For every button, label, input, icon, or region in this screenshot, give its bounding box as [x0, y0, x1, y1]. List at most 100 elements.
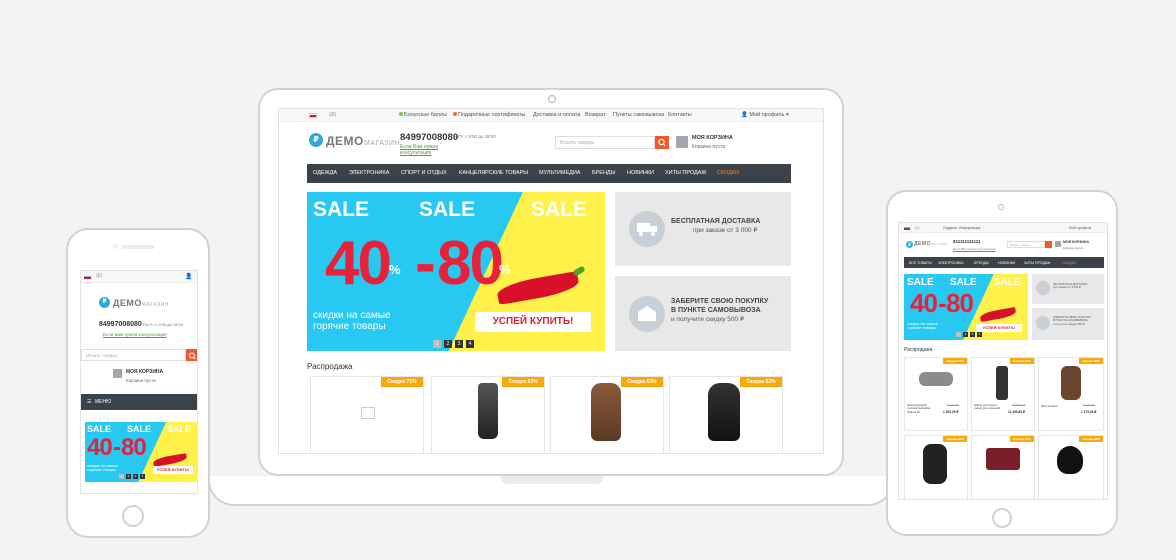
laptop-frame: (₽) Бонусные баллы Подарочные сертификат…	[258, 88, 844, 476]
banner-dash: -	[415, 229, 436, 298]
nav-item-electronics[interactable]: ЭЛЕКТРОНИКА	[938, 261, 964, 265]
product-card[interactable]: Скидка 57% Электрический степлер Swingli…	[904, 357, 968, 431]
product-card[interactable]: Скидка 63% 2011 Трекинг 3 645,00 ₽ 1 275…	[1038, 357, 1104, 431]
search-input[interactable]: Искать товары	[81, 349, 186, 361]
nav-item-new[interactable]: НОВИНКИ	[998, 261, 1015, 265]
top-bar: (₽) Бонусные баллы Подарочные сертификат…	[279, 109, 823, 122]
product-card[interactable]: Скидка 63%	[431, 376, 545, 453]
currency-selector[interactable]: (₽)	[96, 273, 103, 279]
promo-text: и получите скидку 500 ₽	[671, 315, 745, 323]
pager-dot[interactable]: 1	[433, 340, 441, 348]
link-bonus[interactable]: Бонусные баллы	[399, 112, 447, 118]
logo-icon[interactable]: ₽	[99, 297, 110, 308]
nav-item-stationery[interactable]: КАНЦЕЛЯРСКИЕ ТОВАРЫ	[459, 170, 528, 176]
search-button[interactable]	[655, 136, 669, 149]
stapler-image	[919, 372, 953, 386]
nav-item-electronics[interactable]: ЭЛЕКТРОНИКА	[349, 170, 389, 176]
callback-link[interactable]: Если Вам нужна консультация	[400, 144, 450, 156]
currency-selector[interactable]: (₽)	[915, 226, 920, 230]
phone-number[interactable]: 811111111111	[953, 239, 981, 244]
product-card[interactable]: Скидка 57%	[971, 435, 1035, 499]
link-gifts[interactable]: Подарки	[943, 226, 957, 230]
product-card[interactable]: Скидка 63%	[1038, 435, 1104, 499]
sale-banner[interactable]: SALE SALE SALE 40 % - 80 % скидки на сам…	[307, 192, 605, 351]
discount-badge: Скидка 71%	[381, 377, 423, 387]
tablet-home-button	[992, 508, 1012, 528]
language-flag-icon[interactable]	[904, 226, 910, 230]
product-card[interactable]: Скидка 63% Набор для игры в гольф (для л…	[971, 357, 1035, 431]
product-card[interactable]: Скидка 63%	[904, 435, 968, 499]
nav-item-new[interactable]: НОВИНКИ	[627, 170, 654, 176]
callback-link[interactable]: Если Вам нужна консультация	[103, 332, 167, 337]
mobile-top-bar: (₽) 👤	[81, 271, 197, 283]
sale-banner[interactable]: SALE SALE SALE 40 - 80 скидки на самые го…	[904, 274, 1028, 340]
nav-item-brands[interactable]: БРЕНДЫ	[974, 261, 989, 265]
search-input[interactable]: Искать товары	[555, 136, 655, 149]
link-contacts[interactable]: Контакты	[668, 112, 692, 118]
callback-link[interactable]: Если Вам нужна консультация	[953, 247, 995, 251]
pager-dot[interactable]: 3	[455, 340, 463, 348]
promo-text: при заказе от 3 000 ₽	[693, 226, 758, 234]
link-pickup[interactable]: Пункты самовывоза	[613, 112, 664, 118]
link-delivery[interactable]: Доставка и оплата	[533, 112, 580, 118]
nav-item-all[interactable]: ВСЕ ТОВАРЫ	[909, 261, 932, 265]
cart-icon[interactable]	[676, 136, 688, 148]
promo-pickup[interactable]: ЗАБЕРИТЕ СВОЮ ПОКУПКУ В ПУНКТЕ САМОВЫВОЗ…	[615, 276, 791, 351]
nav-item-discounts[interactable]: СКИДКИ	[1062, 261, 1076, 265]
banner-cta-button[interactable]: УСПЕЙ КУПИТЬ!	[475, 312, 591, 332]
golf-bag-image	[478, 383, 498, 439]
banner-cta-button[interactable]: УСПЕЙ КУПИТЬ!	[976, 324, 1022, 332]
mobile-menu-button[interactable]: ☰ МЕНЮ	[81, 394, 197, 410]
banner-percent: %	[499, 262, 511, 277]
language-flag-icon[interactable]	[309, 113, 317, 118]
nav-item-discounts[interactable]: СКИДКИ	[717, 170, 739, 176]
search-input[interactable]: Искать товары	[1007, 241, 1045, 248]
nav-item-multimedia[interactable]: МУЛЬТИМЕДИА	[539, 170, 580, 176]
language-flag-icon[interactable]	[84, 275, 91, 279]
nav-item-clothing[interactable]: ОДЕЖДА	[313, 170, 337, 176]
cart-title[interactable]: МОЯ КОРЗИНА	[1063, 240, 1089, 244]
phone-number[interactable]: 84997008080	[400, 132, 458, 143]
product-card[interactable]: Скидка 71%	[310, 376, 424, 453]
search-button[interactable]	[186, 349, 197, 361]
banner-cta-button[interactable]: УСПЕЙ КУПИТЬ!	[153, 466, 193, 474]
pager-dot[interactable]: 4	[466, 340, 474, 348]
cart-title[interactable]: МОЯ КОРЗИНА	[692, 135, 733, 141]
cart-icon[interactable]	[1055, 241, 1061, 247]
logo-icon[interactable]: ₽	[309, 133, 323, 147]
nav-item-brands[interactable]: БРЕНДЫ	[592, 170, 616, 176]
main-nav: ОДЕЖДА ЭЛЕКТРОНИКА СПОРТ И ОТДЫХ КАНЦЕЛЯ…	[307, 164, 791, 183]
promo-free-delivery[interactable]: БЕСПЛАТНАЯ ДОСТАВКА при заказе от 3 000 ₽	[1032, 274, 1104, 304]
nav-item-bestsellers[interactable]: ХИТЫ ПРОДАЖ	[665, 170, 707, 176]
laptop-notch	[500, 476, 604, 484]
currency-selector[interactable]: (₽)	[329, 112, 336, 118]
link-returns[interactable]: Возврат	[585, 112, 606, 118]
sale-banner[interactable]: SALE SALE SALE 40 - 80 скидки на самые го…	[85, 422, 197, 482]
promo-pickup[interactable]: ЗАБЕРИТЕ СВОЮ ПОКУПКУ В ПУНКТЕ САМОВЫВОЗА…	[1032, 308, 1104, 340]
logo-icon[interactable]: ₽	[906, 241, 913, 248]
phone-number[interactable]: 84997008080	[99, 321, 142, 328]
cart-icon[interactable]	[113, 369, 122, 378]
promo-free-delivery[interactable]: БЕСПЛАТНАЯ ДОСТАВКА при заказе от 3 000 …	[615, 192, 791, 266]
profile-menu[interactable]: 👤 Мой профиль ▾	[741, 112, 789, 118]
nav-item-bestsellers[interactable]: ХИТЫ ПРОДАЖ	[1024, 261, 1050, 265]
logo-text[interactable]: ДЕМОМАГАЗИН	[113, 298, 169, 308]
logo-text[interactable]: ДЕМОМАГАЗИН	[326, 134, 400, 148]
link-info[interactable]: Информация	[959, 226, 980, 230]
tablet-site: (₽) Подарки Информация Мой профиль ₽ ДЕМ…	[898, 222, 1108, 500]
product-card[interactable]: Скидка 63%	[550, 376, 664, 453]
banner-tagline: скидки на самые горячие товары	[313, 310, 391, 332]
profile-menu[interactable]: Мой профиль	[1069, 226, 1091, 230]
menu-label: МЕНЮ	[95, 399, 112, 405]
logo-text[interactable]: ДЕМОМАГАЗИН	[914, 241, 948, 247]
profile-icon[interactable]: 👤	[185, 273, 192, 280]
nav-item-sport[interactable]: СПОРТ И ОТДЫХ	[401, 170, 447, 176]
pager-dot[interactable]: 2	[444, 340, 452, 348]
search-button[interactable]	[1045, 241, 1052, 248]
link-gift-cards[interactable]: Подарочные сертификаты	[453, 112, 525, 118]
cart-title[interactable]: МОЯ КОРЗИНА	[126, 369, 163, 375]
laptop-base	[208, 476, 894, 506]
main-nav: ВСЕ ТОВАРЫ ЭЛЕКТРОНИКА БРЕНДЫ НОВИНКИ ХИ…	[904, 257, 1104, 268]
product-card[interactable]: Скидка 62%	[669, 376, 783, 453]
section-title: Распродажа	[904, 347, 933, 353]
